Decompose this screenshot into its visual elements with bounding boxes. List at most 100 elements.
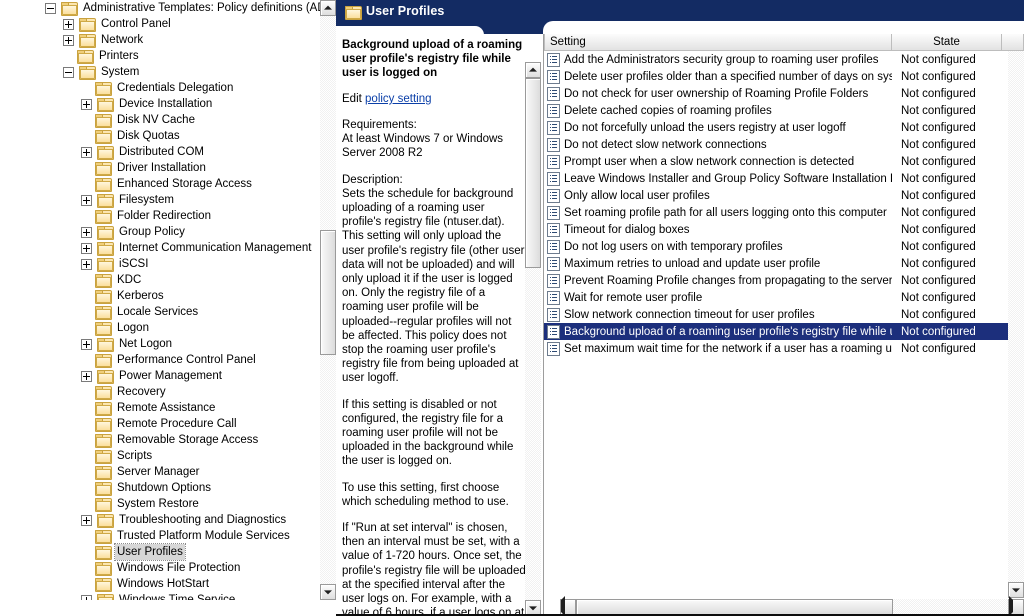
tree-scroll-up-button[interactable] bbox=[320, 0, 336, 16]
tree-item[interactable]: Disk NV Cache bbox=[0, 112, 320, 128]
tree-item[interactable]: Group Policy bbox=[0, 224, 320, 240]
expand-icon[interactable] bbox=[81, 194, 92, 206]
folder-icon bbox=[97, 241, 114, 256]
expand-icon[interactable] bbox=[81, 98, 92, 110]
tree-item[interactable]: Locale Services bbox=[0, 304, 320, 320]
settings-hscroll-thumb[interactable] bbox=[576, 599, 893, 615]
folder-icon bbox=[95, 529, 112, 544]
setting-state-cell: Not configured bbox=[901, 121, 976, 134]
table-row[interactable]: Maximum retries to unload and update use… bbox=[544, 255, 1010, 272]
table-row[interactable]: Delete user profiles older than a specif… bbox=[544, 68, 1010, 85]
details-scroll-up-button[interactable] bbox=[525, 62, 541, 78]
tree-item[interactable]: Net Logon bbox=[0, 336, 320, 352]
setting-name-cell: Delete cached copies of roaming profiles bbox=[544, 103, 892, 118]
table-row[interactable]: Set maximum wait time for the network if… bbox=[544, 340, 1010, 357]
tree-item[interactable]: Kerberos bbox=[0, 288, 320, 304]
folder-icon bbox=[97, 225, 114, 240]
table-row[interactable]: Do not forcefully unload the users regis… bbox=[544, 119, 1010, 136]
tree-item[interactable]: Printers bbox=[0, 48, 320, 64]
tree-item[interactable]: Internet Communication Management bbox=[0, 240, 320, 256]
collapse-icon[interactable] bbox=[63, 66, 74, 78]
expand-icon[interactable] bbox=[81, 258, 92, 270]
tree-item[interactable]: Network bbox=[0, 32, 320, 48]
tree-vertical-scrollbar[interactable] bbox=[320, 0, 336, 600]
settings-scroll-left-button[interactable] bbox=[560, 596, 576, 616]
tree-scroll-down-button[interactable] bbox=[320, 584, 336, 600]
tree-item[interactable]: Device Installation bbox=[0, 96, 320, 112]
tree-item[interactable]: Trusted Platform Module Services bbox=[0, 528, 320, 544]
expand-icon[interactable] bbox=[63, 18, 74, 30]
table-row[interactable]: Do not detect slow network connections No… bbox=[544, 136, 1010, 153]
tree-item[interactable]: Administrative Templates: Policy definit… bbox=[0, 0, 320, 16]
tree-horizontal-scrollbar[interactable] bbox=[0, 600, 336, 616]
tree-item-label: Disk Quotas bbox=[117, 130, 180, 142]
expand-icon[interactable] bbox=[63, 34, 74, 46]
tree-item[interactable]: Windows File Protection bbox=[0, 560, 320, 576]
expand-icon[interactable] bbox=[81, 242, 92, 254]
tree-item[interactable]: Windows HotStart bbox=[0, 576, 320, 592]
table-row[interactable]: Timeout for dialog boxes Not configured bbox=[544, 221, 1010, 238]
folder-icon bbox=[97, 369, 114, 384]
tree-item[interactable]: Enhanced Storage Access bbox=[0, 176, 320, 192]
tree-item-label: Troubleshooting and Diagnostics bbox=[119, 514, 287, 526]
expand-icon[interactable] bbox=[81, 146, 92, 158]
table-row[interactable]: Do not check for user ownership of Roami… bbox=[544, 85, 1010, 102]
expand-icon[interactable] bbox=[81, 514, 92, 526]
settings-vscroll-track[interactable] bbox=[1008, 51, 1024, 582]
tree-item[interactable]: Scripts bbox=[0, 448, 320, 464]
settings-vertical-scrollbar[interactable] bbox=[1008, 51, 1024, 598]
tree-item-label: Internet Communication Management bbox=[119, 242, 312, 254]
table-row[interactable]: Set roaming profile path for all users l… bbox=[544, 204, 1010, 221]
expand-icon[interactable] bbox=[81, 226, 92, 238]
tree-item[interactable]: KDC bbox=[0, 272, 320, 288]
column-header-state[interactable]: State bbox=[892, 34, 1002, 51]
table-row[interactable]: Do not log users on with temporary profi… bbox=[544, 238, 1010, 255]
table-row[interactable]: Wait for remote user profile Not configur… bbox=[544, 289, 1010, 306]
table-row[interactable]: Leave Windows Installer and Group Policy… bbox=[544, 170, 1010, 187]
edit-policy-setting-link[interactable]: policy setting bbox=[365, 93, 431, 105]
tree-item[interactable]: Shutdown Options bbox=[0, 480, 320, 496]
details-vertical-scrollbar[interactable] bbox=[525, 62, 541, 616]
table-row[interactable]: Prompt user when a slow network connecti… bbox=[544, 153, 1010, 170]
tree-item[interactable]: Windows Time Service bbox=[0, 592, 320, 600]
tree-item[interactable]: System bbox=[0, 64, 320, 80]
tree-item[interactable]: System Restore bbox=[0, 496, 320, 512]
expand-icon[interactable] bbox=[81, 338, 92, 350]
collapse-icon[interactable] bbox=[45, 2, 56, 14]
policy-setting-icon bbox=[547, 52, 560, 67]
tree-item[interactable]: iSCSI bbox=[0, 256, 320, 272]
policy-setting-icon bbox=[547, 273, 560, 288]
table-row[interactable]: Prevent Roaming Profile changes from pro… bbox=[544, 272, 1010, 289]
expand-icon[interactable] bbox=[81, 370, 92, 382]
tree-item[interactable]: Logon bbox=[0, 320, 320, 336]
tree-item[interactable]: Troubleshooting and Diagnostics bbox=[0, 512, 320, 528]
tree-item[interactable]: Server Manager bbox=[0, 464, 320, 480]
tree-item[interactable]: Distributed COM bbox=[0, 144, 320, 160]
table-row[interactable]: Background upload of a roaming user prof… bbox=[544, 323, 1010, 340]
setting-name-label: Maximum retries to unload and update use… bbox=[564, 257, 821, 270]
table-row[interactable]: Only allow local user profiles Not config… bbox=[544, 187, 1010, 204]
tree-item[interactable]: Filesystem bbox=[0, 192, 320, 208]
tree-item[interactable]: Removable Storage Access bbox=[0, 432, 320, 448]
tree-item[interactable]: Performance Control Panel bbox=[0, 352, 320, 368]
policy-tree-viewport[interactable]: Administrative Templates: Policy definit… bbox=[0, 0, 320, 600]
settings-scroll-right-button[interactable] bbox=[1008, 596, 1024, 616]
tree-item[interactable]: Power Management bbox=[0, 368, 320, 384]
column-header-setting[interactable]: Setting bbox=[544, 34, 892, 51]
tree-item[interactable]: Control Panel bbox=[0, 16, 320, 32]
tree-item[interactable]: Remote Procedure Call bbox=[0, 416, 320, 432]
tree-item[interactable]: Disk Quotas bbox=[0, 128, 320, 144]
details-vscroll-thumb[interactable] bbox=[525, 78, 541, 268]
tree-item[interactable]: Folder Redirection bbox=[0, 208, 320, 224]
tree-item[interactable]: Credentials Delegation bbox=[0, 80, 320, 96]
settings-rows[interactable]: Add the Administrators security group to… bbox=[544, 51, 1010, 598]
tree-item[interactable]: Driver Installation bbox=[0, 160, 320, 176]
tree-item[interactable]: Recovery bbox=[0, 384, 320, 400]
tree-item[interactable]: Remote Assistance bbox=[0, 400, 320, 416]
table-row[interactable]: Slow network connection timeout for user… bbox=[544, 306, 1010, 323]
table-row[interactable]: Delete cached copies of roaming profiles… bbox=[544, 102, 1010, 119]
policy-setting-icon bbox=[547, 307, 560, 322]
table-row[interactable]: Add the Administrators security group to… bbox=[544, 51, 1010, 68]
tree-vscroll-thumb[interactable] bbox=[320, 230, 336, 355]
tree-item[interactable]: User Profiles bbox=[0, 543, 320, 561]
